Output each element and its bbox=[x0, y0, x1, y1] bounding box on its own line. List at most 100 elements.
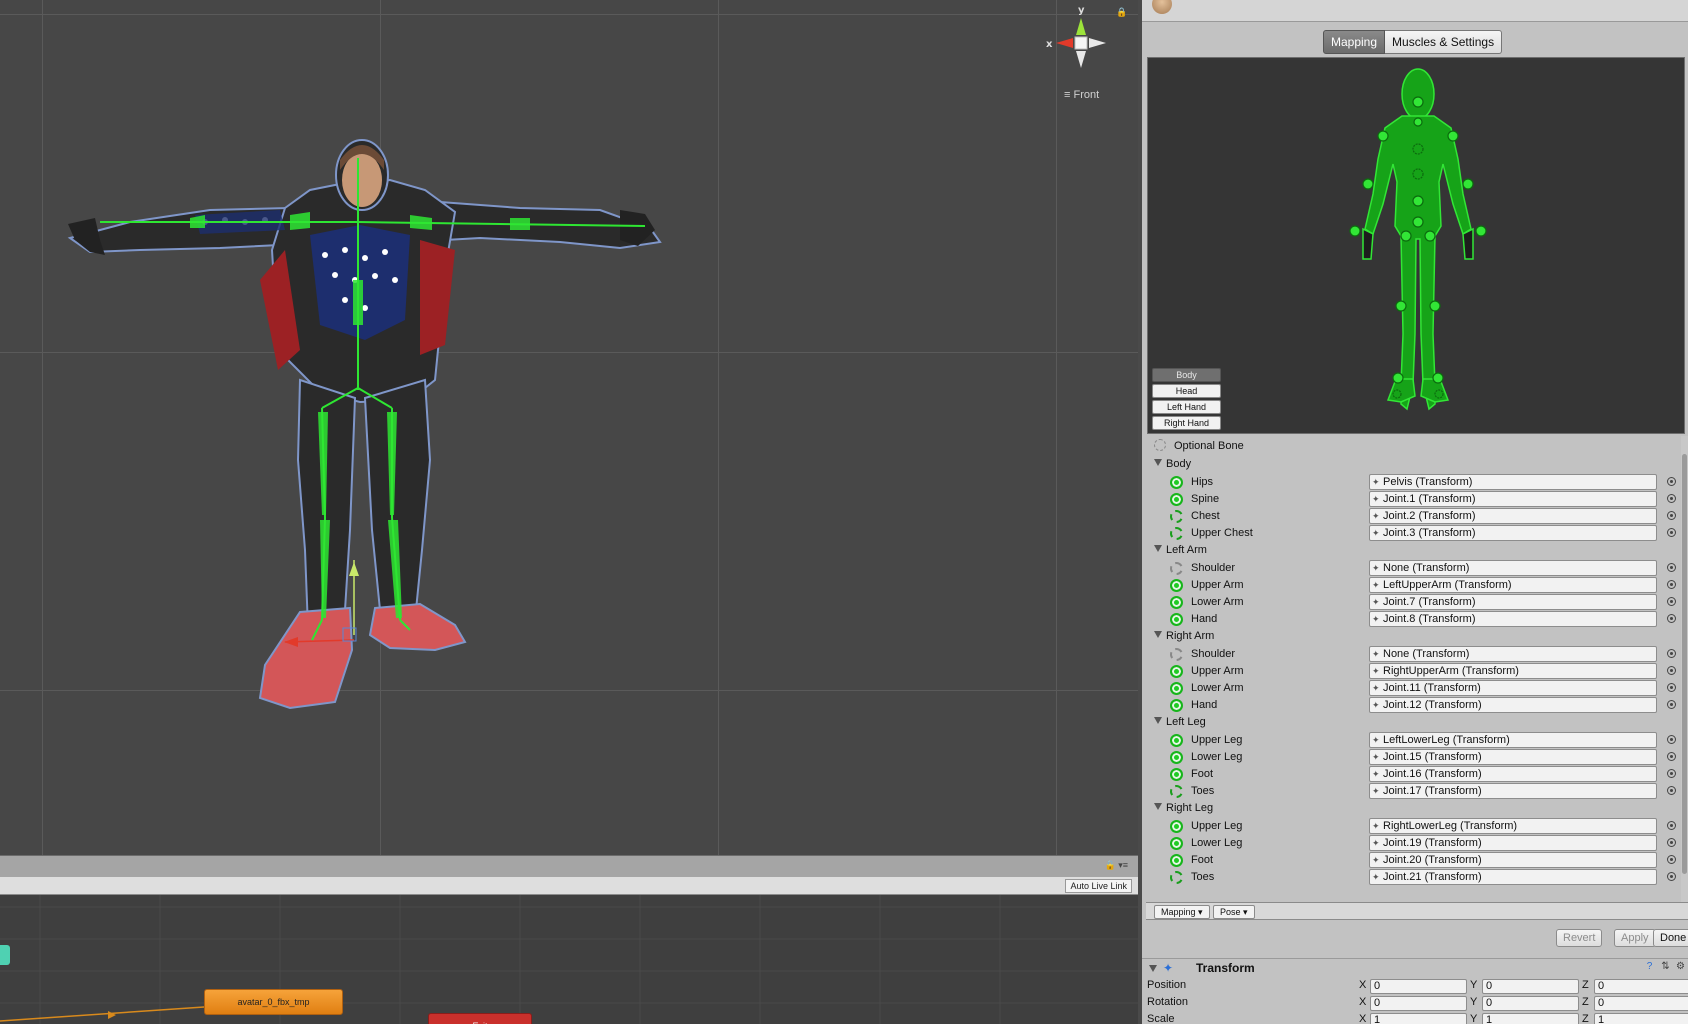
section-header-body[interactable]: Body bbox=[1154, 455, 1191, 473]
transform-x-field[interactable]: 0 bbox=[1370, 996, 1467, 1011]
mapping-dropdown[interactable]: Mapping ▾ bbox=[1154, 905, 1210, 919]
bone-transform-field[interactable]: ✦ Joint.11 (Transform) bbox=[1369, 680, 1657, 696]
state-node-entry[interactable] bbox=[0, 945, 10, 965]
bone-transform-field[interactable]: ✦ Joint.7 (Transform) bbox=[1369, 594, 1657, 610]
transform-z-field[interactable]: 1 bbox=[1594, 1013, 1688, 1024]
bone-transform-field[interactable]: ✦ Joint.19 (Transform) bbox=[1369, 835, 1657, 851]
state-node-avatar[interactable]: avatar_0_fbx_tmp bbox=[204, 989, 343, 1015]
transform-z-field[interactable]: 0 bbox=[1594, 996, 1688, 1011]
bone-transform-field[interactable]: ✦ None (Transform) bbox=[1369, 560, 1657, 576]
bone-transform-field[interactable]: ✦ Joint.21 (Transform) bbox=[1369, 869, 1657, 885]
bone-transform-field[interactable]: ✦ Joint.3 (Transform) bbox=[1369, 525, 1657, 541]
body-part-head-button[interactable]: Head bbox=[1152, 384, 1221, 398]
grid-line bbox=[0, 14, 1138, 15]
view-mode-label[interactable]: ≡ Front bbox=[1064, 89, 1099, 101]
object-picker-icon[interactable] bbox=[1667, 683, 1676, 692]
revert-button[interactable]: Revert bbox=[1556, 929, 1603, 947]
gear-icon[interactable]: ⚙ bbox=[1674, 961, 1687, 974]
body-part-right-hand-button[interactable]: Right Hand bbox=[1152, 416, 1221, 430]
bone-transform-field[interactable]: ✦ Joint.20 (Transform) bbox=[1369, 852, 1657, 868]
object-picker-icon[interactable] bbox=[1667, 580, 1676, 589]
bone-transform-field[interactable]: ✦ Joint.16 (Transform) bbox=[1369, 766, 1657, 782]
transform-icon: ✦ bbox=[1372, 838, 1380, 848]
bone-transform-field[interactable]: ✦ Joint.15 (Transform) bbox=[1369, 749, 1657, 765]
scene-view[interactable]: y x 🔒 ≡ Front bbox=[0, 0, 1138, 855]
bone-transform-field[interactable]: ✦ Joint.1 (Transform) bbox=[1369, 491, 1657, 507]
object-picker-icon[interactable] bbox=[1667, 614, 1676, 623]
orientation-gizmo[interactable]: y x bbox=[1046, 5, 1116, 78]
axis-x-label: X bbox=[1359, 979, 1367, 991]
bone-transform-field[interactable]: ✦ LeftLowerLeg (Transform) bbox=[1369, 732, 1657, 748]
bone-row: Toes ✦ Joint.21 (Transform) bbox=[1146, 868, 1684, 886]
done-button[interactable]: Done bbox=[1653, 929, 1688, 947]
transform-x-field[interactable]: 0 bbox=[1370, 979, 1467, 994]
humanoid-body-map[interactable] bbox=[1343, 64, 1493, 432]
object-picker-icon[interactable] bbox=[1667, 752, 1676, 761]
object-picker-icon[interactable] bbox=[1667, 597, 1676, 606]
section-header-left-arm[interactable]: Left Arm bbox=[1154, 541, 1207, 559]
auto-live-link-button[interactable]: Auto Live Link bbox=[1065, 879, 1132, 893]
transform-icon: ✦ bbox=[1372, 597, 1380, 607]
object-picker-icon[interactable] bbox=[1667, 649, 1676, 658]
transform-icon: ✦ bbox=[1372, 855, 1380, 865]
bone-transform-field[interactable]: ✦ None (Transform) bbox=[1369, 646, 1657, 662]
pose-dropdown[interactable]: Pose ▾ bbox=[1213, 905, 1255, 919]
bone-transform-field[interactable]: ✦ Joint.8 (Transform) bbox=[1369, 611, 1657, 627]
object-picker-icon[interactable] bbox=[1667, 821, 1676, 830]
section-title: Left Leg bbox=[1166, 716, 1206, 728]
apply-button[interactable]: Apply bbox=[1614, 929, 1656, 947]
state-node-exit[interactable]: Exit bbox=[428, 1013, 532, 1024]
object-picker-icon[interactable] bbox=[1667, 494, 1676, 503]
section-header-left-leg[interactable]: Left Leg bbox=[1154, 713, 1206, 731]
object-picker-icon[interactable] bbox=[1667, 477, 1676, 486]
bone-transform-field[interactable]: ✦ LeftUpperArm (Transform) bbox=[1369, 577, 1657, 593]
bone-transform-field[interactable]: ✦ Joint.2 (Transform) bbox=[1369, 508, 1657, 524]
bone-list-scrollbar[interactable] bbox=[1681, 436, 1688, 902]
panel-menu-icon[interactable]: 🔒 ▾≡ bbox=[1105, 860, 1128, 871]
help-icon[interactable]: ? bbox=[1643, 961, 1656, 974]
transform-icon: ✦ bbox=[1372, 580, 1380, 590]
bone-transform-value: Joint.20 (Transform) bbox=[1383, 854, 1482, 866]
scrollbar-thumb[interactable] bbox=[1682, 454, 1687, 874]
body-part-left-hand-button[interactable]: Left Hand bbox=[1152, 400, 1221, 414]
preset-icon[interactable]: ⇅ bbox=[1659, 961, 1672, 974]
bone-transform-field[interactable]: ✦ Joint.12 (Transform) bbox=[1369, 697, 1657, 713]
object-picker-icon[interactable] bbox=[1667, 872, 1676, 881]
object-picker-icon[interactable] bbox=[1667, 838, 1676, 847]
transform-y-field[interactable]: 1 bbox=[1482, 1013, 1579, 1024]
tab-mapping[interactable]: Mapping bbox=[1323, 30, 1386, 54]
bone-row: Lower Arm ✦ Joint.11 (Transform) bbox=[1146, 679, 1684, 697]
transform-component-header[interactable]: ✦ Transform ? ⇅ ⚙ bbox=[1142, 958, 1688, 978]
gizmo-cube-icon[interactable] bbox=[1046, 8, 1116, 78]
object-picker-icon[interactable] bbox=[1667, 700, 1676, 709]
object-picker-icon[interactable] bbox=[1667, 666, 1676, 675]
bone-row: Lower Leg ✦ Joint.15 (Transform) bbox=[1146, 748, 1684, 766]
object-picker-icon[interactable] bbox=[1667, 528, 1676, 537]
bone-transform-field[interactable]: ✦ Joint.17 (Transform) bbox=[1369, 783, 1657, 799]
object-picker-icon[interactable] bbox=[1667, 511, 1676, 520]
object-picker-icon[interactable] bbox=[1667, 735, 1676, 744]
transform-y-field[interactable]: 0 bbox=[1482, 996, 1579, 1011]
object-picker-icon[interactable] bbox=[1667, 769, 1676, 778]
lock-icon[interactable]: 🔒 bbox=[1116, 7, 1127, 17]
foldout-arrow-icon[interactable] bbox=[1149, 965, 1157, 972]
object-picker-icon[interactable] bbox=[1667, 786, 1676, 795]
bone-transform-value: Joint.19 (Transform) bbox=[1383, 837, 1482, 849]
section-header-right-leg[interactable]: Right Leg bbox=[1154, 799, 1213, 817]
object-picker-icon[interactable] bbox=[1667, 563, 1676, 572]
animator-graph[interactable]: avatar_0_fbx_tmp Exit bbox=[0, 895, 1138, 1024]
bone-transform-field[interactable]: ✦ RightLowerLeg (Transform) bbox=[1369, 818, 1657, 834]
body-part-body-button[interactable]: Body bbox=[1152, 368, 1221, 382]
bone-mapping-list[interactable]: Optional Bone Body Hips ✦ Pelvis (Transform… bbox=[1146, 436, 1684, 902]
avatar-character-model[interactable] bbox=[60, 130, 710, 770]
section-header-right-arm[interactable]: Right Arm bbox=[1154, 627, 1214, 645]
transform-y-field[interactable]: 0 bbox=[1482, 979, 1579, 994]
bone-status-icon bbox=[1170, 820, 1183, 833]
tab-muscles-settings[interactable]: Muscles & Settings bbox=[1385, 30, 1503, 54]
transform-x-field[interactable]: 1 bbox=[1370, 1013, 1467, 1024]
bone-transform-field[interactable]: ✦ Pelvis (Transform) bbox=[1369, 474, 1657, 490]
bone-label: Shoulder bbox=[1191, 648, 1236, 660]
object-picker-icon[interactable] bbox=[1667, 855, 1676, 864]
bone-transform-field[interactable]: ✦ RightUpperArm (Transform) bbox=[1369, 663, 1657, 679]
transform-z-field[interactable]: 0 bbox=[1594, 979, 1688, 994]
